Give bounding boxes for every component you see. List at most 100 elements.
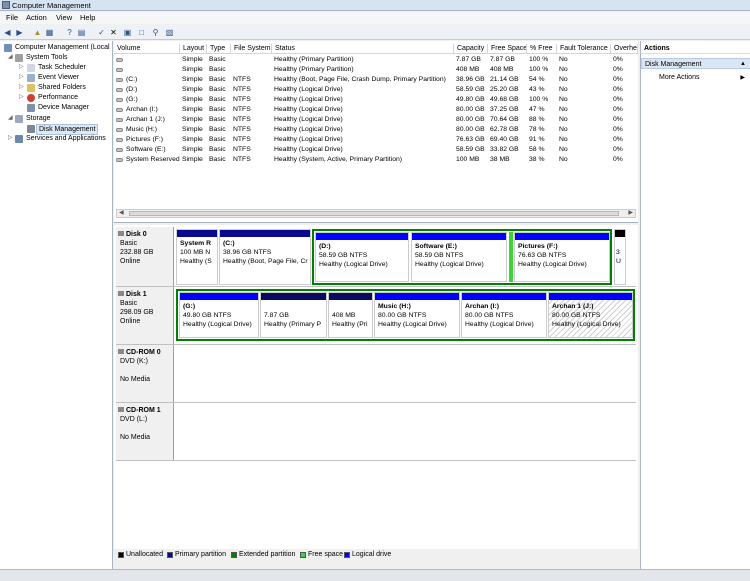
tree-task-scheduler[interactable]: Task Scheduler (38, 63, 86, 72)
scroll-right-icon[interactable]: ▶ (628, 210, 633, 217)
cell-layout: Simple (182, 106, 203, 113)
unallocated-bar (615, 230, 625, 237)
col-percent-free[interactable]: % Free (527, 44, 557, 54)
volume-icon (116, 78, 123, 82)
partition-system-reserved[interactable]: System R 100 MB N Healthy (S (176, 229, 218, 285)
partition-name: (G:) (183, 303, 196, 310)
tree-system-tools[interactable]: System Tools (26, 53, 68, 62)
search-icon[interactable]: ⚲ (151, 28, 160, 37)
tree-event-viewer[interactable]: Event Viewer (38, 73, 79, 82)
table-row[interactable]: Pictures (F:) Simple Basic NTFS Healthy (Log… (114, 135, 638, 145)
primary-bar (261, 293, 326, 300)
free-space-block[interactable] (509, 232, 513, 282)
collapse-up-icon[interactable]: ▲ (740, 59, 746, 70)
more-actions-link[interactable]: More Actions (659, 73, 699, 82)
properties-icon[interactable]: ▤ (77, 28, 86, 37)
expand-icon[interactable]: ▷ (19, 93, 24, 102)
col-free-space[interactable]: Free Space (488, 44, 527, 54)
cell-percent-free: 54 % (529, 76, 545, 83)
menu-file[interactable]: File (6, 14, 18, 22)
table-row[interactable]: Archan (I:) Simple Basic NTFS Healthy (Logic… (114, 105, 638, 115)
help-icon[interactable]: ? (65, 28, 74, 37)
partition-f[interactable]: Pictures (F:) 76.63 GB NTFS Healthy (Logic… (514, 232, 610, 282)
cdrom-1-row[interactable]: CD-ROM 1 DVD (L:) No Media (116, 403, 636, 461)
table-row[interactable]: (C:) Simple Basic NTFS Healthy (Boot, Page F… (114, 75, 638, 85)
col-file-system[interactable]: File System (231, 44, 272, 54)
tree-performance[interactable]: Performance (38, 93, 78, 102)
cell-status: Healthy (Boot, Page File, Crash Dump, Pr… (274, 76, 446, 83)
expand-icon[interactable]: ▷ (19, 63, 24, 72)
cdrom-1-label[interactable]: CD-ROM 1 DVD (L:) No Media (116, 403, 174, 460)
col-type[interactable]: Type (207, 44, 231, 54)
disk-0-label[interactable]: Disk 0 Basic 232.88 GB Online (116, 227, 174, 286)
col-volume[interactable]: Volume (114, 44, 180, 54)
menu-action[interactable]: Action (26, 14, 47, 22)
disk-1-row[interactable]: Disk 1 Basic 298.09 GB Online (G:) 49.80 … (116, 287, 636, 345)
col-capacity[interactable]: Capacity (454, 44, 488, 54)
table-row[interactable]: (G:) Simple Basic NTFS Healthy (Logical Driv… (114, 95, 638, 105)
tree-storage[interactable]: Storage (26, 114, 51, 123)
partition-i[interactable]: Archan (I:) 80.00 GB NTFS Healthy (Logical… (461, 292, 547, 338)
expand-icon[interactable]: ▷ (19, 83, 24, 92)
show-hide-tree-icon[interactable]: ▦ (45, 28, 54, 37)
partition-7-87gb[interactable]: 7.87 GB Healthy (Primary P (260, 292, 327, 338)
cell-layout: Simple (182, 126, 203, 133)
volume-list-header: Volume Layout Type File System Status Ca… (114, 44, 638, 54)
copy-icon[interactable]: ▣ (123, 28, 132, 37)
scroll-thumb[interactable] (129, 211, 619, 216)
partition-g[interactable]: (G:) 49.80 GB NTFS Healthy (Logical Drive) (179, 292, 259, 338)
cell-layout: Simple (182, 76, 203, 83)
check-icon[interactable]: ✓ (97, 28, 106, 37)
table-row[interactable]: Simple Basic Healthy (Primary Partition) 40… (114, 65, 638, 75)
col-overhead[interactable]: Overhe (611, 44, 638, 54)
tree-root[interactable]: Computer Management (Local (15, 43, 110, 52)
menu-help[interactable]: Help (80, 14, 95, 22)
table-row[interactable]: Simple Basic Healthy (Primary Partition) 7.… (114, 55, 638, 65)
volume-icon (116, 68, 123, 72)
cell-free-space: 37.25 GB (490, 106, 519, 113)
menu-view[interactable]: View (56, 14, 72, 22)
scroll-left-icon[interactable]: ◀ (119, 210, 124, 217)
back-icon[interactable]: ◀ (3, 28, 12, 37)
cell-overhead: 0% (613, 56, 623, 63)
cdrom-0-row[interactable]: CD-ROM 0 DVD (K:) No Media (116, 345, 636, 403)
partition-j[interactable]: Archan 1 (J:) 80.00 GB NTFS Healthy (Logic… (548, 292, 633, 338)
partition-size: 58.59 GB NTFS (415, 252, 464, 259)
legend-swatch-logical (344, 552, 350, 558)
table-row[interactable]: Archan 1 (J:) Simple Basic NTFS Healthy (Log… (114, 115, 638, 125)
collapse-icon[interactable]: ◢ (8, 114, 13, 123)
partition-h[interactable]: Music (H:) 80.00 GB NTFS Healthy (Logical … (374, 292, 460, 338)
table-row[interactable]: (D:) Simple Basic NTFS Healthy (Logical Driv… (114, 85, 638, 95)
disk-1-label[interactable]: Disk 1 Basic 298.09 GB Online (116, 287, 174, 344)
actions-section-disk-management[interactable]: Disk Management ▲ (641, 58, 750, 69)
unallocated-block[interactable]: 3U (614, 229, 626, 285)
tree-services[interactable]: Services and Applications (26, 134, 106, 143)
expand-icon[interactable]: ▷ (19, 73, 24, 82)
delete-icon[interactable]: ✕ (109, 28, 118, 37)
cdrom-state: No Media (120, 434, 150, 441)
tree-device-manager[interactable]: Device Manager (38, 103, 89, 112)
partition-name: Archan 1 (J:) (552, 303, 594, 310)
horizontal-scrollbar[interactable]: ◀ ▶ (116, 209, 636, 218)
partition-e[interactable]: Software (E:) 58.59 GB NTFS Healthy (Logic… (411, 232, 507, 282)
partition-c[interactable]: (C:) 38.96 GB NTFS Healthy (Boot, Page Fil… (219, 229, 311, 285)
col-fault-tolerance[interactable]: Fault Tolerance (557, 44, 611, 54)
cdrom-0-label[interactable]: CD-ROM 0 DVD (K:) No Media (116, 345, 174, 402)
expand-icon[interactable]: ▷ (8, 134, 13, 143)
partition-d[interactable]: (D:) 58.59 GB NTFS Healthy (Logical Drive) (315, 232, 409, 282)
open-icon[interactable]: □ (137, 28, 146, 37)
col-status[interactable]: Status (272, 44, 454, 54)
table-row[interactable]: System Reserved Simple Basic NTFS Healthy (S… (114, 155, 638, 165)
table-row[interactable]: Software (E:) Simple Basic NTFS Healthy (Log… (114, 145, 638, 155)
view-icon[interactable]: ▧ (165, 28, 174, 37)
forward-icon[interactable]: ▶ (15, 28, 24, 37)
table-row[interactable]: Music (H:) Simple Basic NTFS Healthy (Logica… (114, 125, 638, 135)
cell-layout: Simple (182, 96, 203, 103)
partition-408mb[interactable]: 408 MB Healthy (Pri (328, 292, 373, 338)
cell-capacity: 100 MB (456, 156, 480, 163)
up-folder-icon[interactable]: ▲ (33, 28, 42, 37)
col-layout[interactable]: Layout (180, 44, 207, 54)
collapse-icon[interactable]: ◢ (8, 53, 13, 62)
disk-0-row[interactable]: Disk 0 Basic 232.88 GB Online System R 10… (116, 227, 636, 287)
tree-shared-folders[interactable]: Shared Folders (38, 83, 86, 92)
